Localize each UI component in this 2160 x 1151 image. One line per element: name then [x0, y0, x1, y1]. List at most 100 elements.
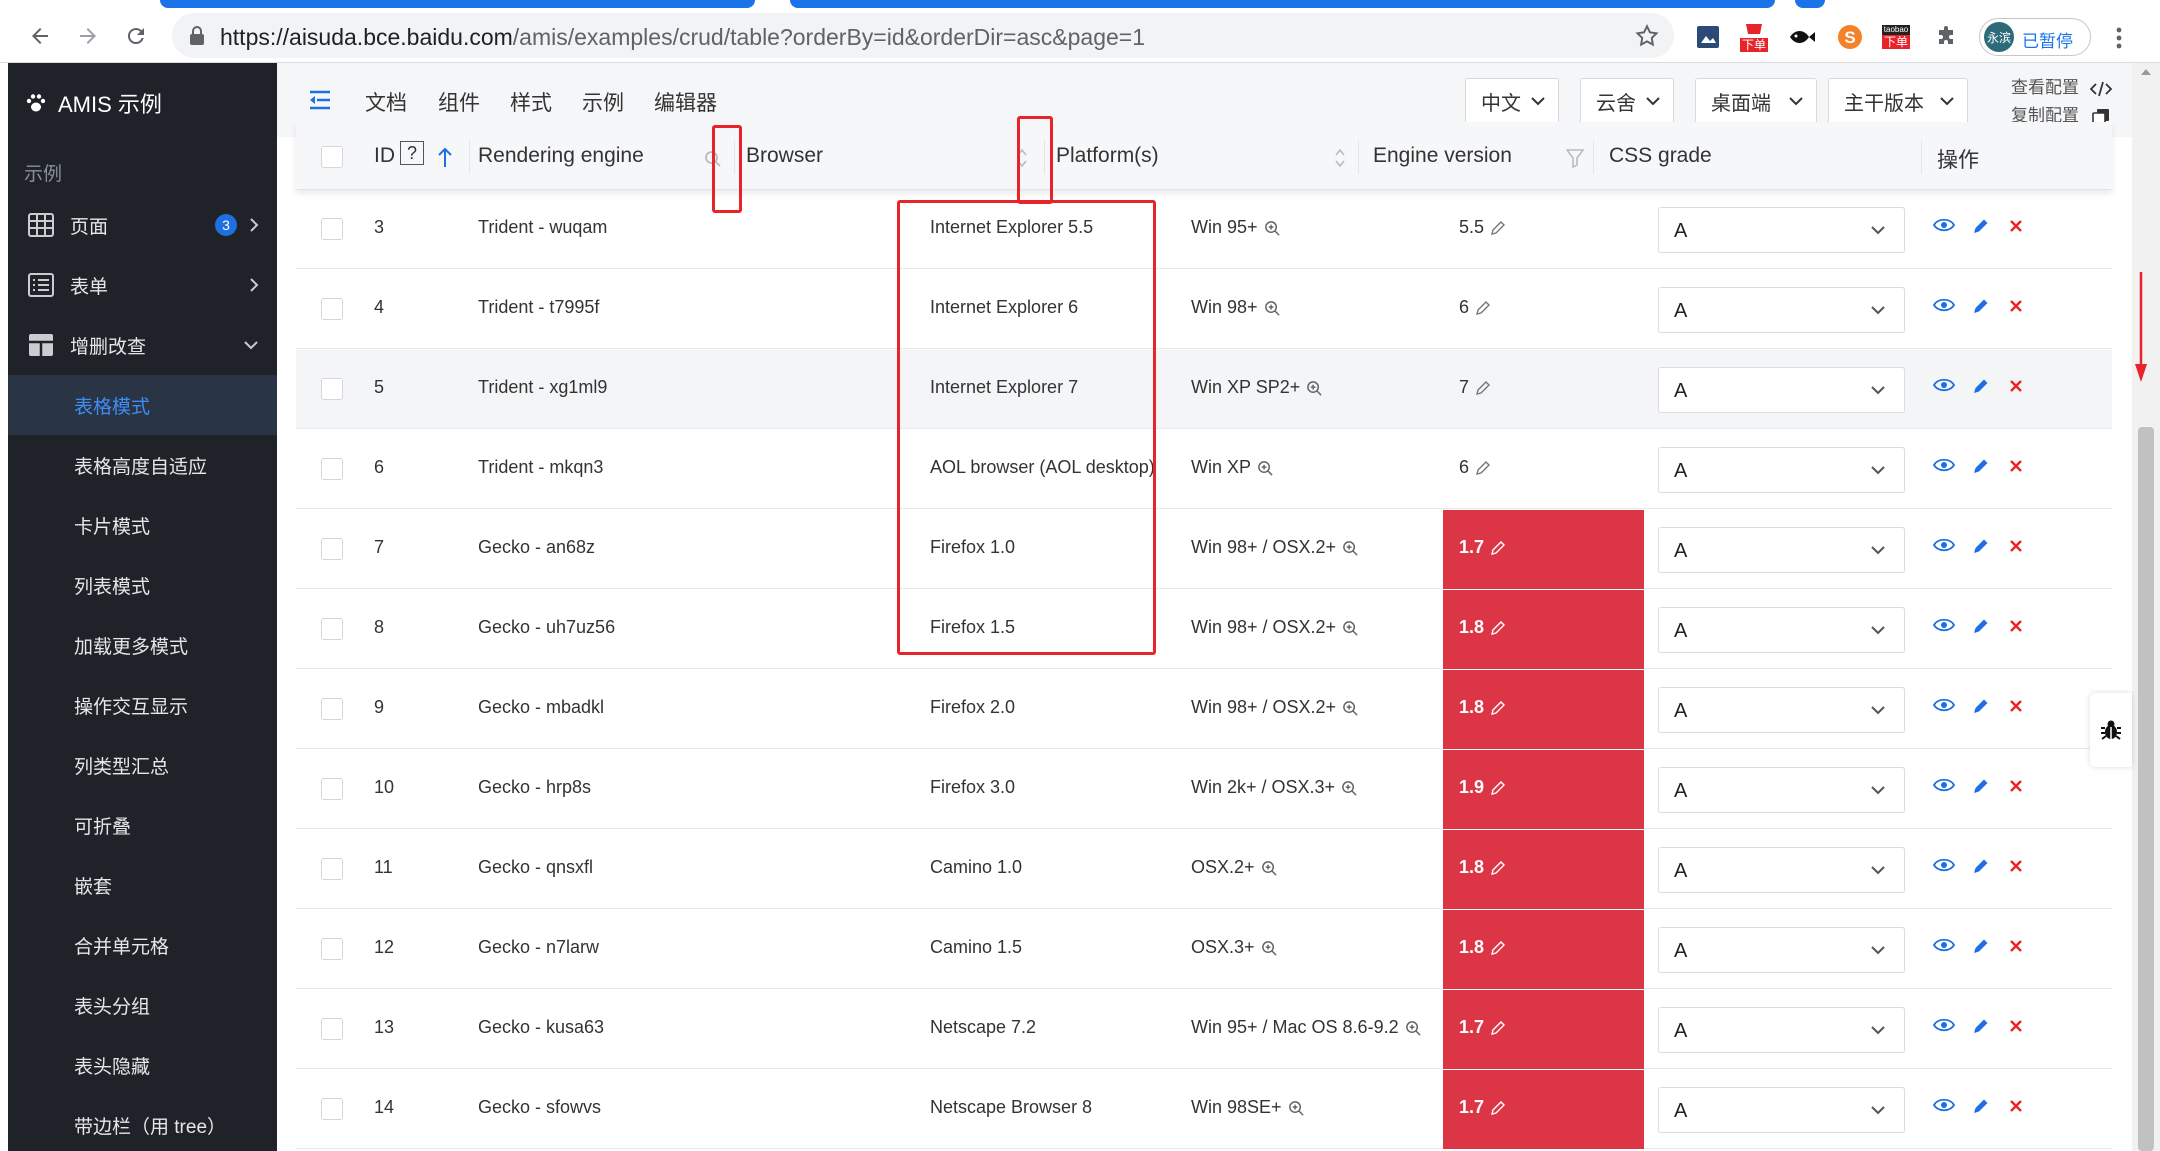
- extensions-puzzle-icon[interactable]: [1931, 22, 1961, 52]
- reload-button[interactable]: [118, 18, 154, 54]
- css-grade-select[interactable]: A: [1658, 207, 1905, 253]
- css-grade-select[interactable]: A: [1658, 1007, 1905, 1053]
- edit-pencil-icon[interactable]: [1490, 620, 1506, 636]
- bookmark-star-icon[interactable]: [1634, 23, 1660, 49]
- extension-fish-icon[interactable]: [1787, 22, 1817, 52]
- edit-pencil-icon[interactable]: [1475, 300, 1491, 316]
- sidebar-item-form[interactable]: 表单: [8, 255, 277, 315]
- table-row[interactable]: 9 Gecko - mbadkl Firefox 2.0 Win 98+ / OSX.…: [296, 670, 2112, 749]
- css-grade-select[interactable]: A: [1658, 927, 1905, 973]
- back-button[interactable]: [22, 18, 58, 54]
- delete-x-icon[interactable]: [2009, 859, 2023, 873]
- css-grade-select[interactable]: A: [1658, 527, 1905, 573]
- sidebar-subitem[interactable]: 加载更多模式: [8, 615, 277, 675]
- edit-pencil-icon[interactable]: [1490, 700, 1506, 716]
- css-grade-select[interactable]: A: [1658, 287, 1905, 333]
- delete-x-icon[interactable]: [2009, 699, 2023, 713]
- filter-icon[interactable]: [1566, 148, 1584, 168]
- table-row[interactable]: 3 Trident - wuqam Internet Explorer 5.5 Win…: [296, 190, 2112, 269]
- sidebar-subitem[interactable]: 合并单元格: [8, 915, 277, 975]
- table-row[interactable]: 11 Gecko - qnsxfl Camino 1.0 OSX.2+ 1.8 A: [296, 830, 2112, 909]
- row-checkbox[interactable]: [321, 1018, 343, 1040]
- sidebar-subitem[interactable]: 嵌套: [8, 855, 277, 915]
- table-row[interactable]: 13 Gecko - kusa63 Netscape 7.2 Win 95+ / Ma…: [296, 990, 2112, 1069]
- delete-x-icon[interactable]: [2009, 619, 2023, 633]
- topnav-styles[interactable]: 样式: [510, 87, 552, 117]
- zoom-icon[interactable]: [1261, 940, 1278, 957]
- table-row[interactable]: 4 Trident - t7995f Internet Explorer 6 Win …: [296, 270, 2112, 349]
- sidebar-subitem[interactable]: 带边栏（用 tree）: [8, 1095, 277, 1151]
- page-scrollbar[interactable]: [2132, 63, 2160, 1151]
- edit-icon[interactable]: [1972, 1097, 1990, 1115]
- zoom-icon[interactable]: [1261, 860, 1278, 877]
- zoom-icon[interactable]: [1264, 300, 1281, 317]
- edit-pencil-icon[interactable]: [1490, 1020, 1506, 1036]
- view-eye-icon[interactable]: [1933, 937, 1955, 953]
- view-eye-icon[interactable]: [1933, 217, 1955, 233]
- tab-edge[interactable]: [790, 0, 1775, 8]
- view-eye-icon[interactable]: [1933, 457, 1955, 473]
- sort-toggle-icon[interactable]: [1016, 148, 1028, 168]
- topnav-components[interactable]: 组件: [438, 87, 480, 117]
- theme-select[interactable]: 云舍: [1580, 78, 1674, 124]
- view-eye-icon[interactable]: [1933, 297, 1955, 313]
- col-engine-version[interactable]: Engine version: [1373, 144, 1512, 168]
- zoom-icon[interactable]: [1405, 1020, 1422, 1037]
- row-checkbox[interactable]: [321, 458, 343, 480]
- table-row[interactable]: 10 Gecko - hrp8s Firefox 3.0 Win 2k+ / OSX.…: [296, 750, 2112, 829]
- view-eye-icon[interactable]: [1933, 377, 1955, 393]
- edit-pencil-icon[interactable]: [1490, 940, 1506, 956]
- device-select[interactable]: 桌面端: [1695, 78, 1817, 124]
- delete-x-icon[interactable]: [2009, 539, 2023, 553]
- active-tab-edge[interactable]: [160, 0, 755, 8]
- id-help-icon[interactable]: ?: [400, 141, 424, 165]
- browser-menu-icon[interactable]: [2115, 26, 2123, 50]
- table-row[interactable]: 14 Gecko - sfowvs Netscape Browser 8 Win 98…: [296, 1070, 2112, 1149]
- delete-x-icon[interactable]: [2009, 219, 2023, 233]
- scroll-up-icon[interactable]: [2141, 69, 2151, 75]
- topnav-docs[interactable]: 文档: [365, 87, 407, 117]
- sort-asc-icon[interactable]: [438, 148, 452, 168]
- brand[interactable]: AMIS 示例: [24, 87, 162, 119]
- zoom-icon[interactable]: [1257, 460, 1274, 477]
- table-row[interactable]: 8 Gecko - uh7uz56 Firefox 1.5 Win 98+ / OSX…: [296, 590, 2112, 669]
- zoom-icon[interactable]: [1342, 620, 1359, 637]
- sidebar-subitem[interactable]: 表头分组: [8, 975, 277, 1035]
- css-grade-select[interactable]: A: [1658, 1087, 1905, 1133]
- view-eye-icon[interactable]: [1933, 697, 1955, 713]
- delete-x-icon[interactable]: [2009, 939, 2023, 953]
- row-checkbox[interactable]: [321, 538, 343, 560]
- edit-pencil-icon[interactable]: [1490, 220, 1506, 236]
- sidebar-item-crud[interactable]: 增删改查: [8, 315, 277, 375]
- topnav-editor[interactable]: 编辑器: [654, 87, 717, 117]
- zoom-icon[interactable]: [1264, 220, 1281, 237]
- css-grade-select[interactable]: A: [1658, 607, 1905, 653]
- edit-pencil-icon[interactable]: [1490, 540, 1506, 556]
- collapse-menu-icon[interactable]: [309, 90, 331, 110]
- sidebar-subitem[interactable]: 表头隐藏: [8, 1035, 277, 1095]
- edit-icon[interactable]: [1972, 697, 1990, 715]
- extension-image-icon[interactable]: [1693, 22, 1723, 52]
- table-row[interactable]: 7 Gecko - an68z Firefox 1.0 Win 98+ / OSX.2…: [296, 510, 2112, 589]
- edit-icon[interactable]: [1972, 297, 1990, 315]
- extension-taobao2-icon[interactable]: taobao 下单: [1881, 22, 1911, 52]
- debug-button[interactable]: [2090, 693, 2132, 767]
- forward-button[interactable]: [70, 18, 106, 54]
- select-all-checkbox[interactable]: [321, 146, 343, 168]
- row-checkbox[interactable]: [321, 218, 343, 240]
- edit-icon[interactable]: [1972, 1017, 1990, 1035]
- view-config-link[interactable]: 查看配置: [2011, 73, 2113, 98]
- edit-pencil-icon[interactable]: [1490, 1100, 1506, 1116]
- table-row[interactable]: 6 Trident - mkqn3 AOL browser (AOL desktop…: [296, 430, 2112, 509]
- edit-pencil-icon[interactable]: [1475, 380, 1491, 396]
- view-eye-icon[interactable]: [1933, 1017, 1955, 1033]
- edit-pencil-icon[interactable]: [1475, 460, 1491, 476]
- css-grade-select[interactable]: A: [1658, 367, 1905, 413]
- extension-taobao-icon[interactable]: 下单: [1739, 22, 1769, 52]
- zoom-icon[interactable]: [1288, 1100, 1305, 1117]
- zoom-icon[interactable]: [1341, 780, 1358, 797]
- view-eye-icon[interactable]: [1933, 537, 1955, 553]
- sidebar-subitem[interactable]: 列表模式: [8, 555, 277, 615]
- css-grade-select[interactable]: A: [1658, 687, 1905, 733]
- col-platforms[interactable]: Platform(s): [1056, 144, 1159, 168]
